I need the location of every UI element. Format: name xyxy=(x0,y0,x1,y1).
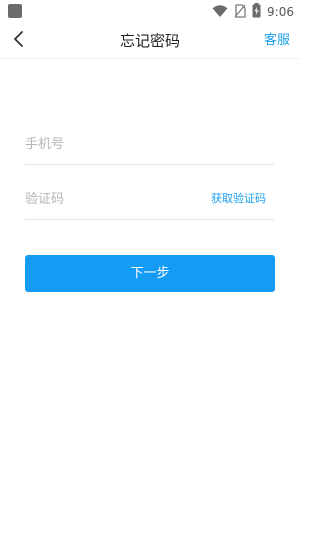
status-icons: 9:06 xyxy=(212,2,294,22)
wifi-icon xyxy=(212,3,228,22)
forgot-password-screen: 9:06 忘记密码 客服 获取验证码 下一步 xyxy=(0,0,300,533)
app-notification-icon xyxy=(8,4,22,18)
status-bar: 9:06 xyxy=(0,0,300,24)
header-bar: 忘记密码 客服 xyxy=(0,24,300,59)
battery-charging-icon xyxy=(252,2,261,22)
status-time: 9:06 xyxy=(267,5,294,19)
verification-code-field: 获取验证码 xyxy=(25,181,274,220)
customer-service-button[interactable]: 客服 xyxy=(264,24,290,58)
page-title: 忘记密码 xyxy=(119,32,180,50)
no-sim-icon xyxy=(234,3,246,22)
phone-field xyxy=(25,126,274,165)
get-code-button[interactable]: 获取验证码 xyxy=(211,181,266,217)
phone-input[interactable] xyxy=(25,126,205,162)
next-button[interactable]: 下一步 xyxy=(25,255,275,292)
verification-code-input[interactable] xyxy=(25,181,205,217)
